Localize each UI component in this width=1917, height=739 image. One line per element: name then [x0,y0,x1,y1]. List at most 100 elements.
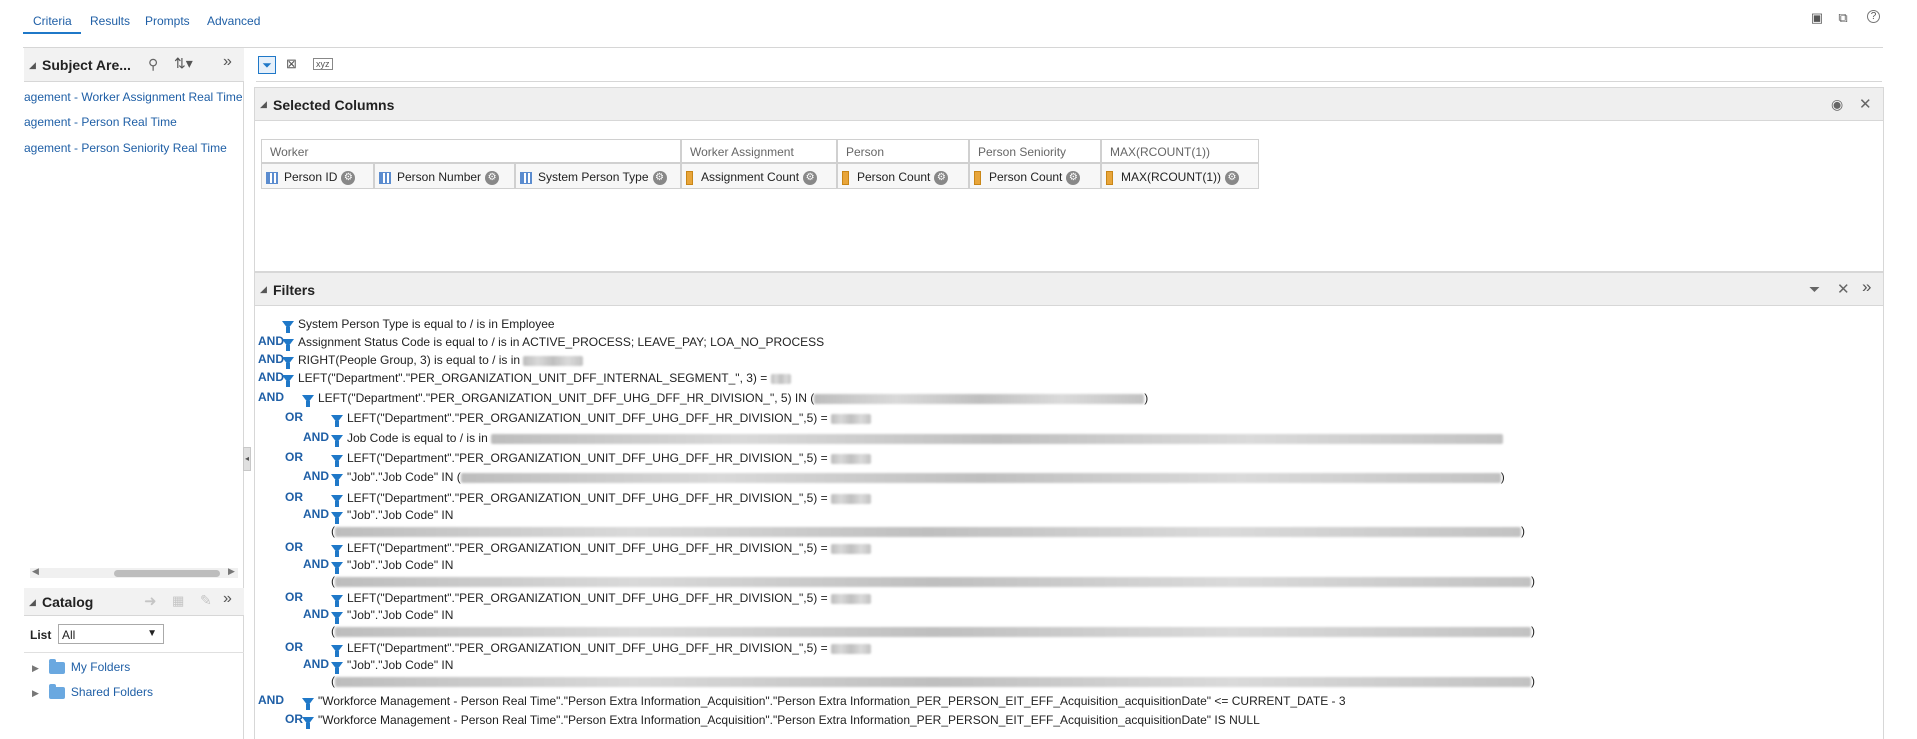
edit-formula-icon[interactable]: ⊠ [286,56,297,72]
filter-row[interactable]: "Job"."Job Code" IN [331,558,453,574]
edit-icon[interactable]: ✎ [200,592,212,609]
scroll-left-icon[interactable]: ◀ [32,566,39,577]
filter-row[interactable]: LEFT("Department"."PER_ORGANIZATION_UNIT… [331,541,871,557]
column-max-rcount[interactable]: MAX(RCOUNT(1)) ⚙ [1101,163,1259,189]
operator-and[interactable]: AND [303,607,329,621]
gear-icon[interactable]: ⚙ [1225,170,1239,185]
subject-area-item[interactable]: agement - Worker Assignment Real Time [24,90,244,104]
filter-row[interactable]: RIGHT(People Group, 3) is equal to / is … [282,353,584,369]
operator-or[interactable]: OR [285,490,303,504]
operator-and[interactable]: AND [258,370,284,384]
operator-and[interactable]: AND [258,390,284,404]
add-filter-icon[interactable]: ⏷ [1809,281,1820,298]
filter-row[interactable]: Job Code is equal to / is in [331,431,1504,447]
expand-arrow-icon[interactable]: ▶ [32,663,39,673]
arrow-right-icon[interactable]: ➜ [144,592,157,610]
save-as-icon[interactable]: ⧉ [1835,10,1851,26]
folder-label[interactable]: My Folders [71,660,130,674]
help-icon[interactable]: ? [1867,10,1880,23]
scroll-right-icon[interactable]: ▶ [228,566,235,577]
filter-row[interactable]: LEFT("Department"."PER_ORGANIZATION_UNIT… [331,411,871,427]
operator-or[interactable]: OR [285,640,303,654]
tab-criteria[interactable]: Criteria [33,14,72,28]
tab-advanced[interactable]: Advanced [207,14,260,28]
save-icon[interactable]: ▣ [1809,10,1825,26]
column-person-count[interactable]: Person Count ⚙ [837,163,969,189]
column-assignment-count[interactable]: Assignment Count ⚙ [681,163,837,189]
column-label: MAX(RCOUNT(1)) [1121,170,1221,184]
collapse-triangle-icon[interactable]: ◢ [29,597,36,608]
tab-results[interactable]: Results [90,14,130,28]
operator-or[interactable]: OR [285,590,303,604]
filter-row[interactable]: LEFT("Department"."PER_ORGANIZATION_UNIT… [331,491,871,507]
redacted-value [770,373,791,384]
expand-icon[interactable]: » [223,590,232,608]
filter-row[interactable]: LEFT("Department"."PER_ORGANIZATION_UNIT… [331,591,871,607]
show-hide-icon[interactable]: ◉ [1831,96,1843,113]
horizontal-scrollbar[interactable]: ◀ ▶ [30,566,238,578]
column-group-worker-assignment: Worker Assignment [681,139,837,163]
xyz-icon[interactable]: xyz [313,58,333,70]
sort-icon[interactable]: ⇅▾ [174,55,193,72]
chevron-down-icon[interactable]: ▼ [147,628,157,639]
gear-icon[interactable]: ⚙ [485,170,500,185]
criteria-toolbar: ⏷ ⊠ xyz [256,54,1882,82]
filter-row[interactable]: LEFT("Department"."PER_ORGANIZATION_UNIT… [282,371,791,387]
gear-icon[interactable]: ⚙ [1066,170,1081,185]
filter-row[interactable]: "Workforce Management - Person Real Time… [302,694,1346,710]
redacted-value [335,526,1521,537]
pane-splitter-handle[interactable]: ◂ [243,447,251,471]
operator-and[interactable]: AND [258,352,284,366]
properties-icon[interactable]: ▦ [172,593,184,609]
collapse-triangle-icon[interactable]: ◢ [260,99,267,110]
column-person-number[interactable]: Person Number ⚙ [374,163,515,189]
operator-or[interactable]: OR [285,712,303,726]
column-person-count-seniority[interactable]: Person Count ⚙ [969,163,1101,189]
catalog-list-select[interactable]: All ▼ [58,624,164,644]
tree-item-my-folders[interactable]: ▶ My Folders [32,658,130,674]
expand-icon[interactable]: » [223,53,232,71]
operator-and[interactable]: AND [258,334,284,348]
gear-icon[interactable]: ⚙ [803,170,818,185]
filter-row[interactable]: LEFT("Department"."PER_ORGANIZATION_UNIT… [302,391,1148,407]
filter-row[interactable]: LEFT("Department"."PER_ORGANIZATION_UNIT… [331,451,871,467]
operator-or[interactable]: OR [285,410,303,424]
column-system-person-type[interactable]: System Person Type ⚙ [515,163,681,189]
remove-all-icon[interactable]: ✕ [1859,95,1872,113]
filter-row[interactable]: "Job"."Job Code" IN [331,608,453,624]
filter-row[interactable]: LEFT("Department"."PER_ORGANIZATION_UNIT… [331,641,871,657]
subject-area-item[interactable]: agement - Person Real Time [24,115,177,129]
filter-row[interactable]: Assignment Status Code is equal to / is … [282,335,824,351]
filter-icon[interactable]: ⏷ [258,56,276,74]
filter-row[interactable]: "Job"."Job Code" IN [331,658,453,674]
operator-and[interactable]: AND [303,469,329,483]
operator-or[interactable]: OR [285,450,303,464]
remove-filters-icon[interactable]: ✕ [1837,280,1850,298]
operator-and[interactable]: AND [258,693,284,707]
scrollbar-thumb[interactable] [114,570,220,577]
operator-and[interactable]: AND [303,507,329,521]
operator-and[interactable]: AND [303,430,329,444]
operator-and[interactable]: AND [303,557,329,571]
tab-prompts[interactable]: Prompts [145,14,190,28]
collapse-triangle-icon[interactable]: ◢ [260,284,267,295]
tree-item-shared-folders[interactable]: ▶ Shared Folders [32,683,153,699]
folder-label[interactable]: Shared Folders [71,685,153,699]
redacted-value [523,355,584,366]
filter-row[interactable]: "Workforce Management - Person Real Time… [302,713,1260,729]
expand-icon[interactable]: » [1862,277,1871,297]
search-icon[interactable]: ⚲ [148,56,158,73]
collapse-triangle-icon[interactable]: ◢ [29,60,36,71]
filter-row[interactable]: System Person Type is equal to / is in E… [282,317,555,333]
expand-arrow-icon[interactable]: ▶ [32,688,39,698]
filter-icon [331,611,343,624]
gear-icon[interactable]: ⚙ [652,170,667,185]
gear-icon[interactable]: ⚙ [341,170,356,185]
operator-and[interactable]: AND [303,657,329,671]
column-person-id[interactable]: Person ID ⚙ [261,163,374,189]
filter-row[interactable]: "Job"."Job Code" IN [331,508,453,524]
filter-row[interactable]: "Job"."Job Code" IN () [331,470,1505,486]
gear-icon[interactable]: ⚙ [934,170,949,185]
operator-or[interactable]: OR [285,540,303,554]
subject-area-item[interactable]: agement - Person Seniority Real Time [24,141,227,155]
